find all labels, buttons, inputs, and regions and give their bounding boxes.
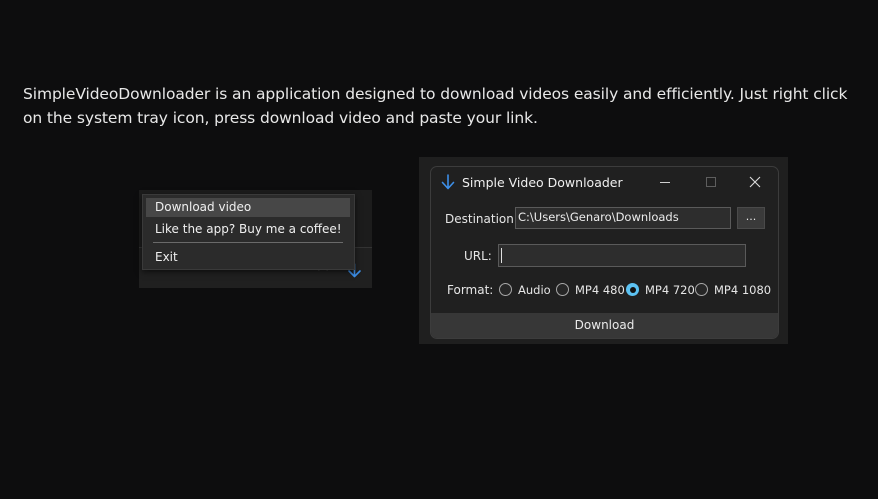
menu-item-download-video[interactable]: Download video [146, 198, 350, 217]
radio-audio[interactable] [499, 283, 512, 296]
maximize-button[interactable] [688, 167, 734, 197]
maximize-icon [706, 177, 716, 187]
tray-context-menu: Download video Like the app? Buy me a co… [142, 194, 355, 270]
radio-label-audio[interactable]: Audio [518, 283, 551, 297]
window-title: Simple Video Downloader [462, 175, 623, 190]
app-window: Simple Video Downloader Destination: C:\… [430, 166, 779, 339]
minimize-button[interactable] [642, 167, 688, 197]
radio-label-mp4-1080[interactable]: MP4 1080 [714, 283, 771, 297]
radio-label-mp4-480[interactable]: MP4 480 [575, 283, 625, 297]
menu-item-exit[interactable]: Exit [146, 248, 350, 267]
download-button[interactable]: Download [431, 313, 778, 338]
url-label: URL: [464, 249, 492, 263]
radio-label-mp4-720[interactable]: MP4 720 [645, 283, 695, 297]
app-window-screenshot: Simple Video Downloader Destination: C:\… [419, 157, 788, 344]
title-bar[interactable]: Simple Video Downloader [431, 167, 778, 197]
radio-mp4-480[interactable] [556, 283, 569, 296]
download-arrow-icon [441, 174, 455, 190]
radio-mp4-720[interactable] [626, 283, 639, 296]
minimize-icon [660, 182, 670, 183]
tray-menu-screenshot: Download video Like the app? Buy me a co… [139, 190, 372, 288]
close-icon [749, 176, 761, 188]
menu-item-buy-coffee[interactable]: Like the app? Buy me a coffee! [146, 220, 350, 239]
format-label: Format: [447, 283, 494, 297]
page: SimpleVideoDownloader is an application … [0, 0, 878, 499]
url-input[interactable] [498, 244, 746, 267]
destination-label: Destination: [445, 212, 518, 226]
app-description: SimpleVideoDownloader is an application … [23, 84, 848, 127]
destination-field[interactable]: C:\Users\Genaro\Downloads [515, 207, 731, 229]
radio-mp4-1080[interactable] [695, 283, 708, 296]
menu-separator [153, 242, 343, 243]
browse-button[interactable]: ... [737, 207, 765, 229]
text-caret [501, 248, 502, 263]
close-button[interactable] [732, 167, 778, 197]
